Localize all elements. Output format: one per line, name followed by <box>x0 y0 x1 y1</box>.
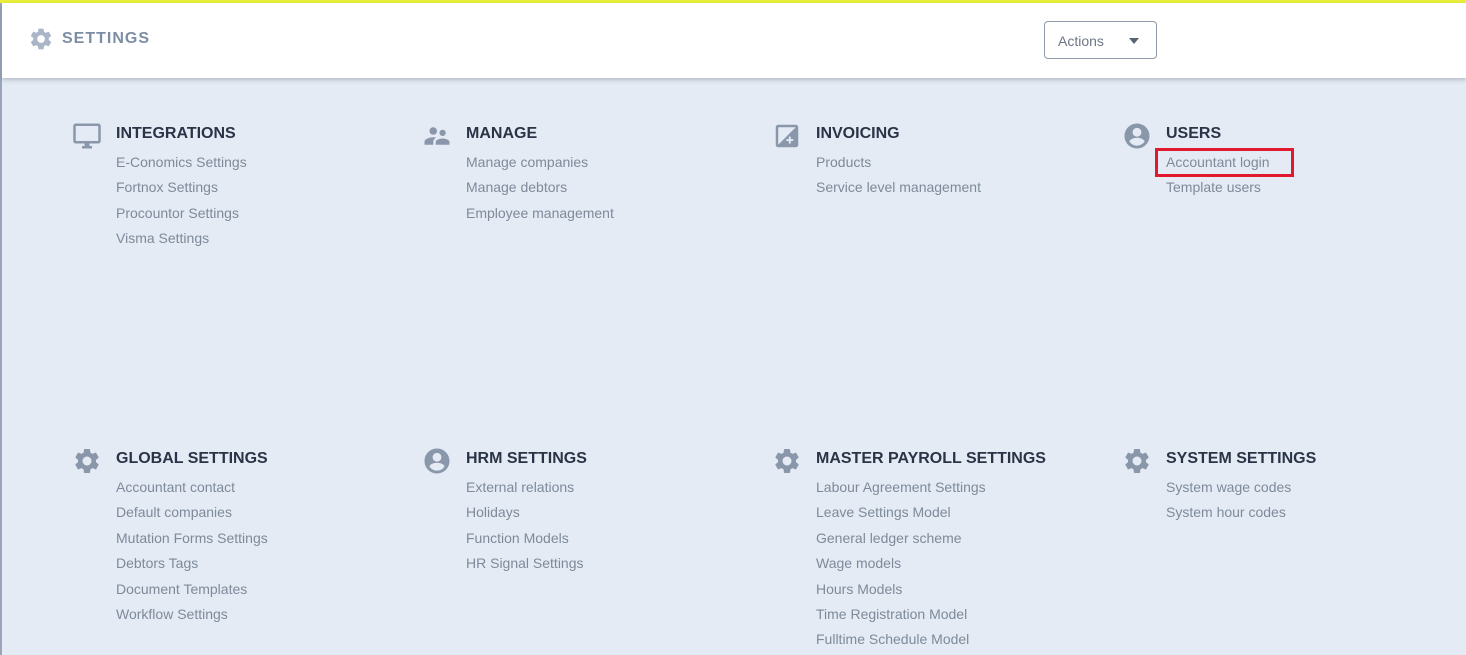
actions-dropdown[interactable]: Actions <box>1044 21 1157 59</box>
user-circle-icon <box>422 446 452 476</box>
link-general-ledger-scheme[interactable]: General ledger scheme <box>816 529 986 554</box>
link-time-registration-model[interactable]: Time Registration Model <box>816 605 986 630</box>
link-employee-management[interactable]: Employee management <box>466 204 614 229</box>
link-accountant-contact[interactable]: Accountant contact <box>116 478 268 503</box>
link-system-wage-codes[interactable]: System wage codes <box>1166 478 1291 503</box>
section-title: USERS <box>1166 125 1222 142</box>
link-hr-signal-settings[interactable]: HR Signal Settings <box>466 554 584 579</box>
link-document-templates[interactable]: Document Templates <box>116 580 268 605</box>
link-products[interactable]: Products <box>816 153 981 178</box>
link-list: External relations Holidays Function Mod… <box>466 478 584 580</box>
link-manage-debtors[interactable]: Manage debtors <box>466 178 614 203</box>
section-title: MANAGE <box>466 125 538 142</box>
link-list: Accountant contact Default companies Mut… <box>116 478 268 630</box>
people-icon <box>422 121 452 151</box>
link-list: Products Service level management <box>816 153 981 204</box>
page-header: SETTINGS Actions <box>2 3 1466 78</box>
section-title: HRM SETTINGS <box>466 450 587 467</box>
link-leave-settings-model[interactable]: Leave Settings Model <box>816 503 986 528</box>
link-template-users[interactable]: Template users <box>1166 178 1270 203</box>
section-title: INTEGRATIONS <box>116 125 236 142</box>
link-wage-models[interactable]: Wage models <box>816 554 986 579</box>
link-holidays[interactable]: Holidays <box>466 503 584 528</box>
caret-down-icon <box>1129 38 1139 44</box>
link-procountor-settings[interactable]: Procountor Settings <box>116 204 247 229</box>
left-edge-line <box>0 3 2 655</box>
user-circle-icon <box>1122 121 1152 151</box>
link-hours-models[interactable]: Hours Models <box>816 580 986 605</box>
link-labour-agreement-settings[interactable]: Labour Agreement Settings <box>816 478 986 503</box>
link-e-conomics-settings[interactable]: E-Conomics Settings <box>116 153 247 178</box>
actions-label: Actions <box>1058 33 1104 49</box>
link-list: E-Conomics Settings Fortnox Settings Pro… <box>116 153 247 255</box>
section-title: GLOBAL SETTINGS <box>116 450 268 467</box>
gear-icon <box>1122 446 1152 476</box>
section-title: INVOICING <box>816 125 900 142</box>
link-visma-settings[interactable]: Visma Settings <box>116 229 247 254</box>
invoice-icon <box>772 121 802 151</box>
link-list: Accountant login Template users <box>1166 153 1270 204</box>
link-function-models[interactable]: Function Models <box>466 529 584 554</box>
section-title: SYSTEM SETTINGS <box>1166 450 1317 467</box>
link-system-hour-codes[interactable]: System hour codes <box>1166 503 1291 528</box>
link-fulltime-schedule-model[interactable]: Fulltime Schedule Model <box>816 630 986 655</box>
link-external-relations[interactable]: External relations <box>466 478 584 503</box>
header-title-group: SETTINGS <box>28 26 150 52</box>
link-debtors-tags[interactable]: Debtors Tags <box>116 554 268 579</box>
link-default-companies[interactable]: Default companies <box>116 503 268 528</box>
link-mutation-forms-settings[interactable]: Mutation Forms Settings <box>116 529 268 554</box>
monitor-icon <box>72 121 102 151</box>
link-accountant-login[interactable]: Accountant login <box>1166 153 1270 178</box>
page-title: SETTINGS <box>62 30 151 47</box>
link-service-level-management[interactable]: Service level management <box>816 178 981 203</box>
gear-icon <box>772 446 802 476</box>
link-list: Manage companies Manage debtors Employee… <box>466 153 614 229</box>
gear-icon <box>72 446 102 476</box>
link-workflow-settings[interactable]: Workflow Settings <box>116 605 268 630</box>
link-list: Labour Agreement Settings Leave Settings… <box>816 478 986 655</box>
gear-icon <box>28 26 54 52</box>
link-fortnox-settings[interactable]: Fortnox Settings <box>116 178 247 203</box>
link-list: System wage codes System hour codes <box>1166 478 1291 529</box>
link-manage-companies[interactable]: Manage companies <box>466 153 614 178</box>
section-title: MASTER PAYROLL SETTINGS <box>816 450 1046 467</box>
